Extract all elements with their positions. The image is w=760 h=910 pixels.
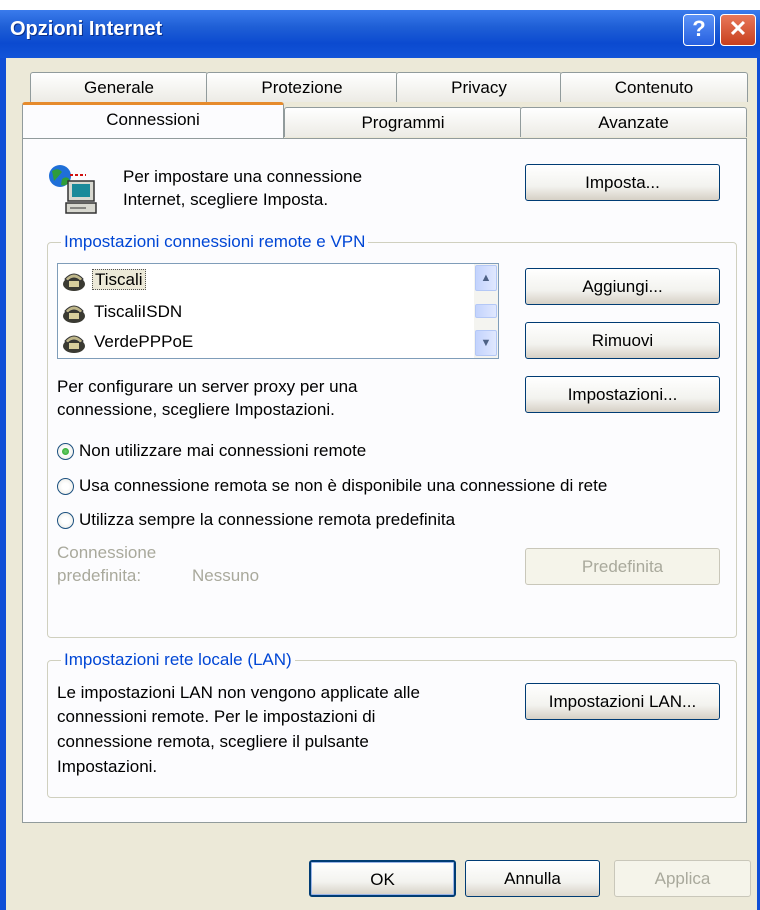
tab-avanzate[interactable]: Avanzate [520, 107, 747, 137]
radio-dial-when-no-network[interactable] [57, 478, 74, 495]
aggiungi-button[interactable]: Aggiungi... [525, 268, 720, 305]
impostazioni-button[interactable]: Impostazioni... [525, 376, 720, 413]
tab-connessioni[interactable]: Connessioni [22, 102, 284, 138]
close-button[interactable]: ✕ [720, 14, 756, 46]
connection-label-tiscaliisdn: TiscaliISDN [94, 302, 183, 321]
tab-protezione[interactable]: Protezione [206, 72, 398, 102]
predefinita-button[interactable]: Predefinita [525, 548, 720, 585]
radio-always-dial-default[interactable] [57, 512, 74, 529]
list-item[interactable]: VerdePPPoE [62, 328, 195, 356]
network-globe-computer-icon [46, 163, 102, 219]
tab-generale[interactable]: Generale [30, 72, 208, 102]
dialup-phone-icon [62, 270, 86, 292]
lan-text-line3: connessione remota, scegliere il pulsant… [57, 732, 369, 751]
dialup-vpn-legend: Impostazioni connessioni remote e VPN [61, 232, 369, 252]
tab-contenuto[interactable]: Contenuto [560, 72, 748, 102]
radio-label-never-dial[interactable]: Non utilizzare mai connessioni remote [79, 440, 366, 462]
setup-text-line1: Per impostare una connessione [123, 167, 363, 186]
tab-programmi[interactable]: Programmi [284, 107, 522, 137]
impostazioni-lan-button[interactable]: Impostazioni LAN... [525, 683, 720, 720]
tab-privacy[interactable]: Privacy [396, 72, 562, 102]
scroll-down-icon[interactable]: ▼ [475, 330, 497, 356]
scroll-up-icon[interactable]: ▲ [475, 265, 497, 291]
connection-label-tiscali: Tiscali [92, 269, 146, 290]
connections-list[interactable]: Tiscali TiscaliISDN VerdePPPoE ▲ ▼ [57, 263, 499, 359]
annulla-button[interactable]: Annulla [465, 860, 600, 897]
applica-button[interactable]: Applica [614, 860, 751, 897]
list-scrollbar[interactable]: ▲ ▼ [474, 264, 498, 358]
list-item[interactable]: TiscaliISDN [62, 298, 184, 326]
imposta-button[interactable]: Imposta... [525, 164, 720, 201]
default-connection-label-line2: predefinita: [57, 566, 142, 585]
scroll-thumb[interactable] [475, 304, 497, 318]
lan-text-line2: connessioni remote. Per le impostazioni … [57, 707, 376, 726]
ok-button[interactable]: OK [309, 860, 456, 897]
radio-label-dial-when-no-network[interactable]: Usa connessione remota se non è disponib… [79, 475, 607, 497]
list-item[interactable]: Tiscali [62, 266, 146, 294]
lan-text-line1: Le impostazioni LAN non vengono applicat… [57, 683, 420, 702]
default-connection-value: Nessuno [192, 566, 260, 585]
proxy-text-line1: Per configurare un server proxy per una [57, 377, 358, 396]
lan-settings-legend: Impostazioni rete locale (LAN) [61, 650, 295, 670]
default-connection-label-line1: Connessione [57, 543, 157, 562]
radio-selected-dot [62, 448, 69, 455]
setup-text-line2: Internet, scegliere Imposta. [123, 190, 329, 209]
radio-never-dial[interactable] [57, 443, 74, 460]
lan-text-line4: Impostazioni. [57, 757, 158, 776]
radio-label-always-dial-default[interactable]: Utilizza sempre la connessione remota pr… [79, 509, 455, 531]
proxy-text-line2: connessione, scegliere Impostazioni. [57, 400, 335, 419]
dialup-phone-icon [62, 302, 86, 324]
rimuovi-button[interactable]: Rimuovi [525, 322, 720, 359]
dialup-phone-icon [62, 332, 86, 354]
window-title: Opzioni Internet [10, 18, 163, 40]
connection-label-verdepppoe: VerdePPPoE [94, 332, 194, 351]
help-button[interactable]: ? [683, 14, 715, 46]
